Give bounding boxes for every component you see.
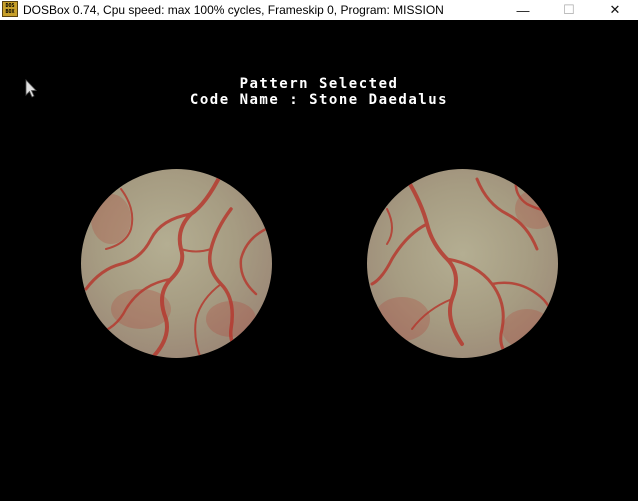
minimize-button[interactable]: — [500, 0, 546, 20]
code-name-label: Code Name : Stone Daedalus [189, 92, 449, 108]
icon-text-bottom: BOX [5, 9, 15, 15]
dosbox-icon[interactable]: DOS BOX [2, 1, 18, 17]
window-title: DOSBox 0.74, Cpu speed: max 100% cycles,… [23, 3, 444, 17]
pattern-selected-heading: Pattern Selected [239, 76, 399, 92]
pattern-preview-left [81, 169, 272, 358]
close-icon: ✕ [609, 2, 621, 17]
maximize-button[interactable]: ☐ [546, 0, 592, 20]
pattern-preview-right [367, 169, 558, 358]
close-button[interactable]: ✕ [592, 0, 638, 20]
minimize-icon: — [516, 2, 530, 18]
maximize-icon: ☐ [563, 2, 575, 17]
title-bar: DOS BOX DOSBox 0.74, Cpu speed: max 100%… [0, 0, 638, 20]
